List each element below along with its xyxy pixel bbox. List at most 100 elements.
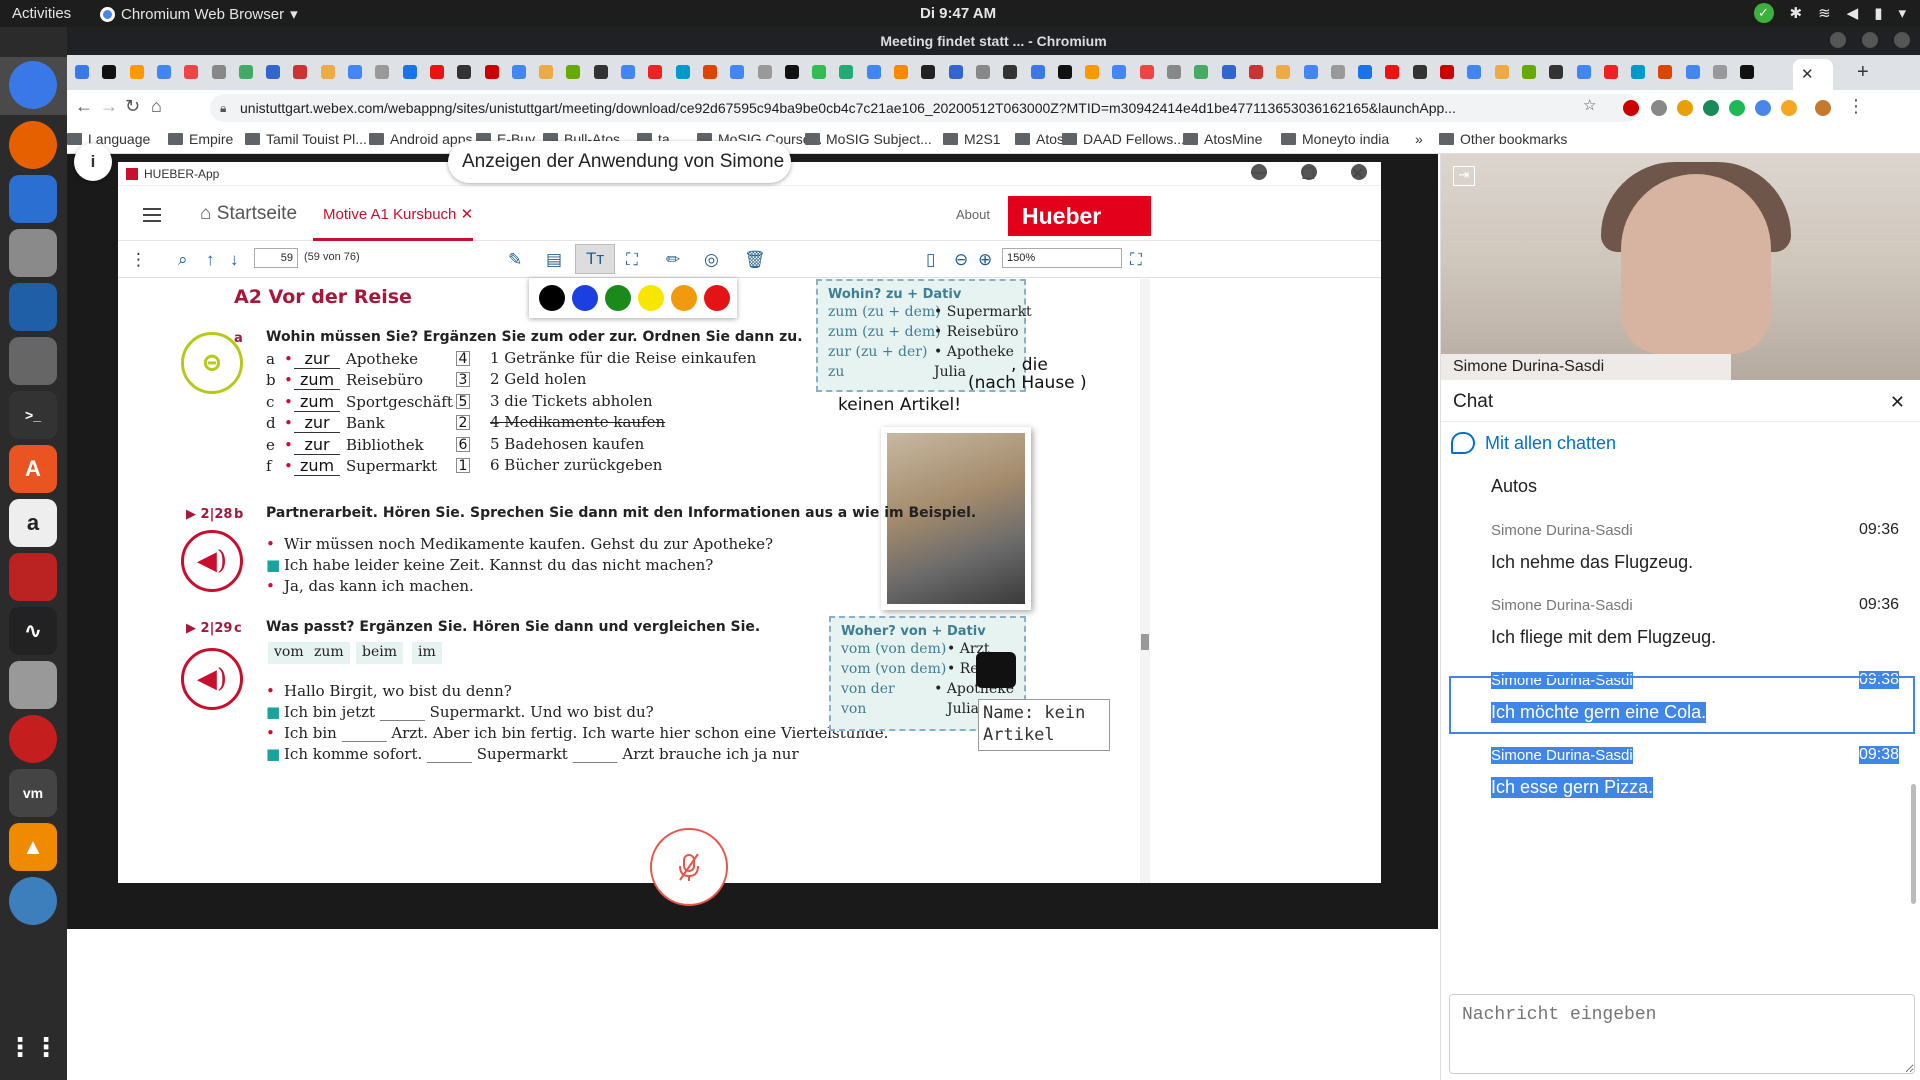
tab-favicon[interactable]	[238, 65, 253, 79]
handwritten-answer[interactable]: zum	[294, 456, 340, 476]
tab-favicon[interactable]	[812, 65, 827, 79]
camera-icon[interactable]	[9, 661, 57, 709]
handwritten-answer[interactable]: zur	[294, 413, 340, 433]
back-icon[interactable]: ←	[75, 96, 93, 117]
comment-icon[interactable]: ▤	[546, 250, 562, 270]
active-tab[interactable]: ✕	[1793, 59, 1833, 90]
bookmark-item[interactable]: Moneyto india	[1281, 131, 1389, 147]
zoom-in-icon[interactable]: ⊕	[978, 250, 992, 270]
minimize-icon[interactable]: —	[1251, 164, 1267, 181]
bookmark-item[interactable]: Empire	[168, 131, 233, 147]
tab-favicon[interactable]	[1494, 65, 1509, 79]
disk-icon[interactable]	[9, 877, 57, 925]
arrow-up-icon[interactable]: ↑	[206, 250, 215, 270]
close-icon[interactable]: ✕	[1890, 382, 1905, 422]
extension-icon[interactable]	[1703, 100, 1719, 116]
color-swatch-orange[interactable]	[671, 285, 697, 311]
tab-favicon[interactable]	[1221, 65, 1236, 79]
handwritten-answer[interactable]: zum	[294, 392, 340, 412]
tab-favicon[interactable]	[1358, 65, 1373, 79]
app-menu[interactable]: Chromium Web Browser ▾	[100, 5, 298, 23]
clock[interactable]: Di 9:47 AM	[920, 5, 996, 22]
system-monitor-icon[interactable]: ∿	[9, 607, 57, 655]
extension-icon[interactable]	[1729, 100, 1745, 116]
show-apps-icon[interactable]: ⋮⋮	[7, 1023, 59, 1071]
sharing-banner[interactable]: Anzeigen der Anwendung von Simone ...	[448, 141, 791, 183]
software-center-icon[interactable]: A	[9, 445, 57, 493]
more-vertical-icon[interactable]: ⋮	[130, 250, 147, 270]
hamburger-menu-icon[interactable]	[143, 208, 161, 222]
hide-icon[interactable]: ◎	[704, 250, 719, 270]
text-tool-button[interactable]: Tт	[575, 244, 615, 274]
answer-number-box[interactable]: 5	[456, 394, 470, 409]
note-comment-icon[interactable]	[976, 652, 1016, 688]
tab-favicon[interactable]	[566, 65, 581, 79]
bookmark-item[interactable]: MoSIG Subject...	[805, 131, 932, 147]
tab-course[interactable]: Motive A1 Kursbuch ✕	[323, 205, 473, 223]
tab-favicon[interactable]	[1549, 65, 1564, 79]
chat-recipient[interactable]: Mit allen chatten	[1441, 424, 1920, 462]
close-icon[interactable]: ✕	[461, 206, 474, 223]
tab-favicon[interactable]	[1740, 65, 1755, 79]
tab-favicon[interactable]	[648, 65, 663, 79]
tab-favicon[interactable]	[129, 65, 144, 79]
page-number-input[interactable]: 59	[254, 248, 298, 268]
tab-favicon[interactable]	[784, 65, 799, 79]
delete-icon[interactable]: 🗑︎	[744, 250, 766, 270]
thunderbird-icon[interactable]	[9, 175, 57, 223]
color-swatch-green[interactable]	[605, 285, 631, 311]
tab-favicon[interactable]	[894, 65, 908, 79]
audio-track-ref[interactable]: ▶ 2|29	[186, 621, 232, 636]
tab-favicon[interactable]	[1685, 65, 1700, 79]
about-link[interactable]: About	[956, 207, 990, 222]
tab-favicon[interactable]	[1139, 65, 1154, 79]
color-swatch-red[interactable]	[704, 285, 730, 311]
tab-favicon[interactable]	[1303, 65, 1318, 79]
tab-favicon[interactable]	[375, 65, 390, 79]
search-page-icon[interactable]: ⌕	[178, 250, 188, 270]
handwritten-answer[interactable]: zur	[294, 435, 340, 455]
bookmark-item[interactable]: Language	[67, 131, 150, 147]
extension-icon[interactable]	[1781, 100, 1797, 116]
tab-favicon[interactable]	[1658, 65, 1673, 79]
other-bookmarks[interactable]: Other bookmarks	[1439, 131, 1567, 147]
tab-favicon[interactable]	[1276, 65, 1291, 79]
tab-favicon[interactable]	[1576, 65, 1591, 79]
tab-favicon[interactable]	[184, 65, 199, 79]
tab-favicon[interactable]	[757, 65, 772, 79]
menu-icon[interactable]: ⋮	[1847, 96, 1865, 117]
tab-favicon[interactable]	[293, 65, 308, 79]
message-input[interactable]	[1449, 994, 1915, 1074]
tab-favicon[interactable]	[266, 65, 281, 79]
tab-favicon[interactable]	[1713, 65, 1727, 79]
pen-icon[interactable]: ✏	[666, 250, 680, 270]
remote-desktop-icon[interactable]	[9, 553, 57, 601]
reload-icon[interactable]: ↻	[125, 96, 140, 117]
close-button[interactable]	[1894, 32, 1910, 48]
zoom-input[interactable]: 150%	[1002, 248, 1122, 268]
pdf-scrollbar[interactable]	[1140, 279, 1150, 883]
activities-button[interactable]: Activities	[12, 5, 71, 22]
tab-favicon[interactable]	[1412, 65, 1427, 79]
color-swatch-black[interactable]	[539, 285, 565, 311]
note-textbox[interactable]: Name: kein Artikel	[978, 699, 1110, 751]
tab-favicon[interactable]	[839, 65, 854, 79]
new-tab-button[interactable]: +	[1857, 61, 1869, 84]
answer-number-box[interactable]: 2	[456, 415, 470, 430]
tab-favicon[interactable]	[1440, 65, 1454, 79]
tab-favicon[interactable]	[675, 65, 690, 79]
firefox-icon[interactable]	[9, 121, 57, 169]
tab-favicon[interactable]	[1631, 65, 1646, 79]
forward-icon[interactable]: →	[100, 96, 118, 117]
handwritten-answer[interactable]: zur	[294, 349, 340, 369]
close-icon[interactable]: ✕	[1351, 164, 1367, 183]
color-swatch-yellow[interactable]	[638, 285, 664, 311]
tab-favicon[interactable]	[156, 65, 171, 79]
tab-favicon[interactable]	[702, 65, 717, 79]
tab-favicon[interactable]	[621, 65, 635, 79]
answer-number-box[interactable]: 4	[456, 351, 470, 366]
wifi-icon[interactable]: ≋	[1818, 4, 1831, 22]
amazon-icon[interactable]: a	[9, 499, 57, 547]
tab-favicon[interactable]	[866, 65, 881, 79]
bookmark-item[interactable]: AtosMine	[1183, 131, 1262, 147]
